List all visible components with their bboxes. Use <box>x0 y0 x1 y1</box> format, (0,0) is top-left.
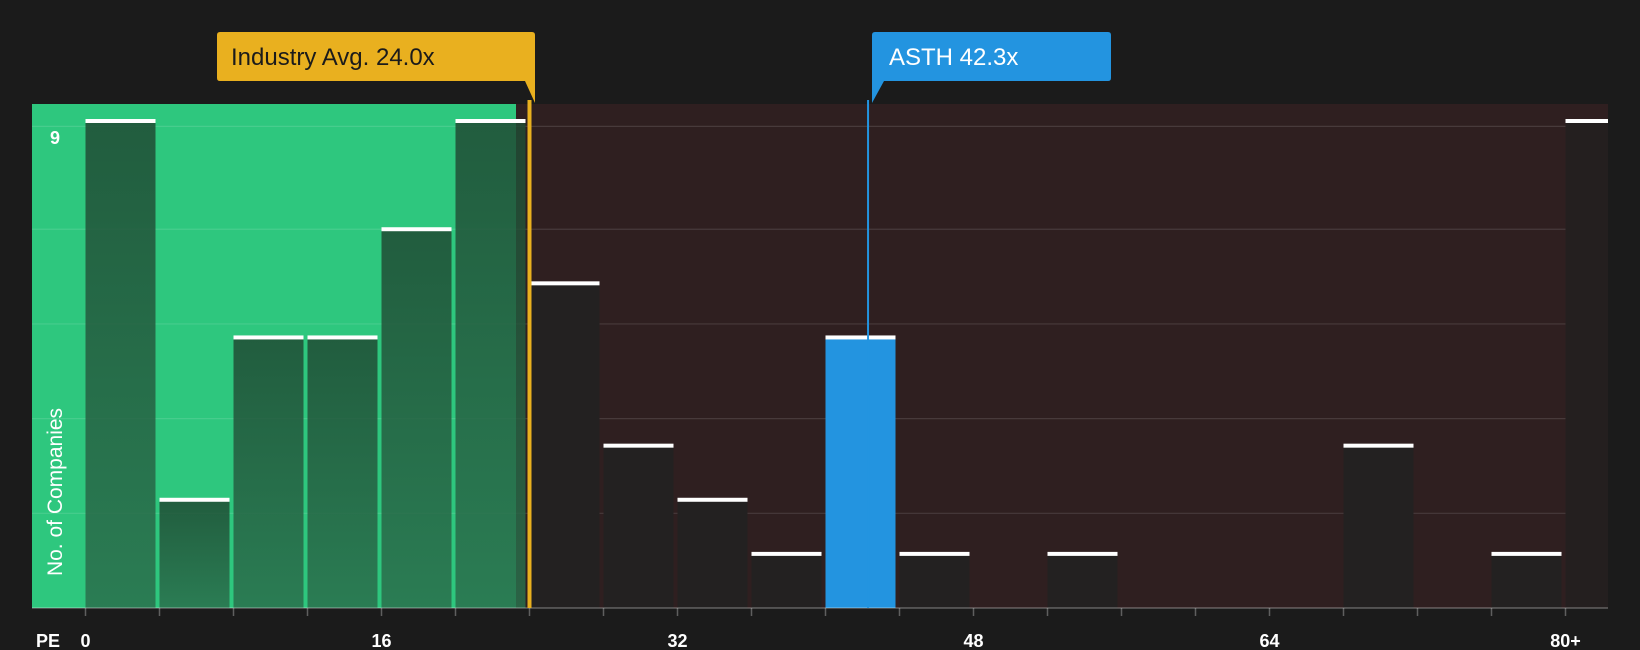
bar <box>1343 445 1414 608</box>
bar <box>1565 121 1608 608</box>
bar <box>603 445 674 608</box>
x-tick-label: 0 <box>80 631 90 650</box>
bar <box>381 229 452 608</box>
x-axis-label: PE <box>36 631 60 650</box>
bar <box>677 499 748 608</box>
x-tick-label: 32 <box>667 631 687 650</box>
bar-cap <box>1343 443 1414 448</box>
x-tick-label: 80+ <box>1550 631 1581 650</box>
x-tick-label: 64 <box>1259 631 1279 650</box>
y-axis-label: No. of Companies <box>44 408 67 576</box>
bar <box>159 499 230 608</box>
bar <box>233 337 304 608</box>
bar-cap <box>1491 551 1562 556</box>
bar-cap <box>307 335 378 340</box>
bar-cap <box>455 119 526 123</box>
bar-cap <box>751 551 822 556</box>
bar-cap <box>233 335 304 340</box>
bar <box>1047 553 1118 608</box>
bar-cap <box>677 497 748 502</box>
company-callout-label: ASTH 42.3x <box>889 44 1018 71</box>
bar <box>1491 553 1562 608</box>
bar <box>307 337 378 608</box>
x-tick-label: 48 <box>963 631 983 650</box>
bar <box>455 121 526 608</box>
y-tick-label: 9 <box>50 128 60 148</box>
bar-cap <box>85 119 156 123</box>
bar-cap <box>381 227 452 232</box>
bar <box>85 121 156 608</box>
bar-cap <box>899 551 970 556</box>
bar-cap <box>825 335 896 340</box>
bar-cap <box>1047 551 1118 556</box>
bar <box>899 553 970 608</box>
bar <box>751 553 822 608</box>
x-tick-label: 16 <box>371 631 391 650</box>
bar-cap <box>603 443 674 448</box>
pe-histogram-chart: 0 16 32 48 64 80+ Industry Avg. 24.0x ASTH 42.… <box>32 32 1608 650</box>
bar-cap <box>159 497 230 502</box>
bar-cap <box>529 281 600 286</box>
highlight-bar <box>825 337 896 608</box>
industry-callout-label: Industry Avg. 24.0x <box>231 44 435 71</box>
bar-cap <box>1565 119 1608 123</box>
bar <box>529 283 600 608</box>
x-axis: 0 16 32 48 64 80+ <box>32 607 1608 650</box>
